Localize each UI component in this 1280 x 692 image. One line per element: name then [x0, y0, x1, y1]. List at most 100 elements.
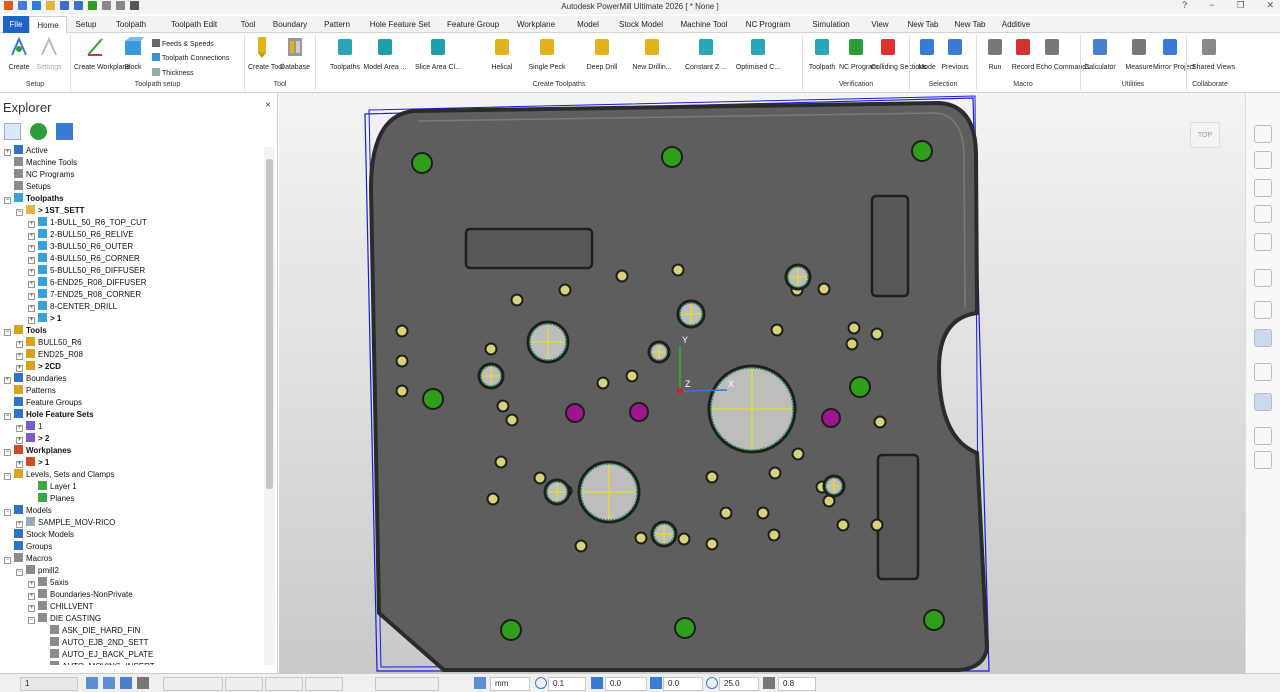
tree-item[interactable]: − DIE CASTING — [28, 613, 101, 625]
expand-toggle-icon[interactable]: + — [16, 521, 23, 528]
lock-icon[interactable] — [137, 677, 149, 689]
expand-toggle-icon[interactable]: + — [28, 281, 35, 288]
tree-item[interactable]: +3-BULL50_R6_OUTER — [28, 241, 133, 253]
tree-item[interactable]: + SAMPLE_MOV-RICO — [16, 517, 115, 529]
status-field-3[interactable] — [265, 677, 303, 691]
tree-item[interactable]: Groups — [4, 541, 52, 553]
explorer-scrollbar[interactable] — [264, 147, 275, 665]
expand-toggle-icon[interactable]: − — [28, 617, 35, 624]
tool-diameter-field[interactable]: 25.0 — [719, 677, 759, 691]
status-field-1[interactable] — [163, 677, 223, 691]
expand-toggle-icon[interactable]: + — [16, 365, 23, 372]
units-field[interactable]: mm — [490, 677, 530, 691]
length-field[interactable]: 0.8 — [778, 677, 816, 691]
expand-toggle-icon[interactable]: − — [4, 473, 11, 480]
shared-views-button[interactable]: Shared Views — [1192, 35, 1235, 72]
mode-button[interactable]: Mode — [912, 35, 942, 72]
deep-drill-button[interactable]: Deep Drill — [577, 35, 627, 72]
globe-icon[interactable] — [30, 123, 47, 140]
create-tool-button[interactable]: Create Tool — [248, 35, 284, 72]
fit-view-icon[interactable] — [1254, 125, 1272, 143]
expand-toggle-icon[interactable]: + — [16, 437, 23, 444]
tab-new-tab-17[interactable]: New Tab — [899, 16, 947, 33]
measure-button[interactable]: Measure — [1122, 35, 1156, 72]
tree-item[interactable]: + END25_R08 — [16, 349, 83, 361]
expand-toggle-icon[interactable]: − — [4, 509, 11, 516]
tree-item[interactable]: Stock Models — [4, 529, 74, 541]
expand-toggle-icon[interactable]: + — [4, 377, 11, 384]
expand-toggle-icon[interactable]: − — [16, 209, 23, 216]
expand-toggle-icon[interactable]: + — [28, 257, 35, 264]
tab-view[interactable]: View — [861, 16, 899, 33]
filter-icon[interactable] — [120, 677, 132, 689]
previous-button[interactable]: Previous — [940, 35, 970, 72]
tab-workplane[interactable]: Workplane — [505, 16, 567, 33]
expand-toggle-icon[interactable]: + — [28, 293, 35, 300]
tree-item[interactable]: + > 2CD — [16, 361, 61, 373]
tab-machine-tool[interactable]: Machine Tool — [673, 16, 735, 33]
single-peck-button[interactable]: Single Peck — [522, 35, 572, 72]
expand-toggle-icon[interactable]: + — [28, 221, 35, 228]
zoom-icon[interactable] — [1254, 205, 1272, 223]
tree-item[interactable]: − Macros — [4, 553, 52, 565]
delete-icon[interactable] — [56, 123, 73, 140]
thickness-field[interactable]: 0.0 — [605, 677, 647, 691]
expand-toggle-icon[interactable]: + — [16, 425, 23, 432]
select-icon[interactable] — [86, 677, 98, 689]
tree-item[interactable]: +8-CENTER_DRILL — [28, 301, 117, 313]
settings-button[interactable]: Settings — [34, 35, 64, 72]
snap-icon[interactable] — [103, 677, 115, 689]
tree-item[interactable]: Feature Groups — [4, 397, 82, 409]
tree-item[interactable]: +1 — [16, 421, 42, 433]
expand-toggle-icon[interactable]: + — [16, 461, 23, 468]
tree-item[interactable]: − Models — [4, 505, 52, 517]
tree-item[interactable]: +4-BULL50_R6_CORNER — [28, 253, 140, 265]
tree-item[interactable]: +2-BULL50_R6_RELIVE — [28, 229, 134, 241]
tree-item[interactable]: − Toolpaths — [4, 193, 64, 205]
tab-nc-program[interactable]: NC Program — [735, 16, 801, 33]
database-button[interactable]: Database — [277, 35, 313, 72]
tab-toolpath[interactable]: Toolpath — [105, 16, 157, 33]
axial-thickness-field[interactable]: 0.0 — [663, 677, 703, 691]
tolerance-field[interactable]: 0.1 — [548, 677, 586, 691]
thickness-button[interactable]: Thickness — [152, 68, 194, 77]
expand-toggle-icon[interactable]: − — [4, 413, 11, 420]
tree-item[interactable]: + > 1 — [16, 457, 49, 469]
optimised-c-button[interactable]: Optimised C... — [733, 35, 783, 72]
tab-stock-model[interactable]: Stock Model — [609, 16, 673, 33]
tree-item[interactable]: + CHILLVENT — [28, 601, 93, 613]
plain-shade-icon[interactable] — [1254, 393, 1272, 411]
expand-toggle-icon[interactable]: − — [4, 329, 11, 336]
tree-item[interactable]: +5axis — [28, 577, 69, 589]
new-drillin-button[interactable]: New Drillin... — [627, 35, 677, 72]
tab-home[interactable]: Home — [29, 16, 67, 34]
feeds-speeds-button[interactable]: Feeds & Speeds — [152, 39, 214, 48]
tree-view-icon[interactable] — [4, 123, 21, 140]
rotate-arrow-icon[interactable] — [1254, 451, 1272, 469]
tab-tool[interactable]: Tool — [231, 16, 265, 33]
expand-toggle-icon[interactable]: − — [4, 197, 11, 204]
tree-item[interactable]: + Boundaries-NonPrivate — [28, 589, 133, 601]
restore-icon[interactable]: ❐ — [1236, 0, 1244, 11]
create-button[interactable]: Create — [5, 35, 33, 72]
close-window-icon[interactable]: ✕ — [1266, 0, 1274, 11]
tab-setup[interactable]: Setup — [67, 16, 105, 33]
expand-toggle-icon[interactable]: + — [28, 269, 35, 276]
tree-item[interactable]: +1-BULL_50_R6_TOP_CUT — [28, 217, 147, 229]
tree-item[interactable]: Machine Tools — [4, 157, 77, 169]
zoom-out-icon[interactable] — [1254, 269, 1272, 287]
tree-item[interactable]: +5-BULL50_R6_DIFFUSER — [28, 265, 145, 277]
zoom-box-icon[interactable] — [1254, 233, 1272, 251]
helical-button[interactable]: Helical — [477, 35, 527, 72]
tree-item[interactable]: + > 1 — [28, 313, 61, 325]
expand-toggle-icon[interactable]: − — [4, 557, 11, 564]
expand-toggle-icon[interactable]: + — [28, 581, 35, 588]
status-field-4[interactable] — [305, 677, 343, 691]
block-button[interactable]: Block — [119, 35, 147, 72]
tree-item[interactable]: + BULL50_R6 — [16, 337, 82, 349]
tab-pattern[interactable]: Pattern — [315, 16, 359, 33]
tab-simulation[interactable]: Simulation — [801, 16, 861, 33]
front-view-icon[interactable] — [1254, 151, 1272, 169]
wireframe-icon[interactable] — [1254, 363, 1272, 381]
toolpath-button[interactable]: Toolpath — [805, 35, 839, 72]
